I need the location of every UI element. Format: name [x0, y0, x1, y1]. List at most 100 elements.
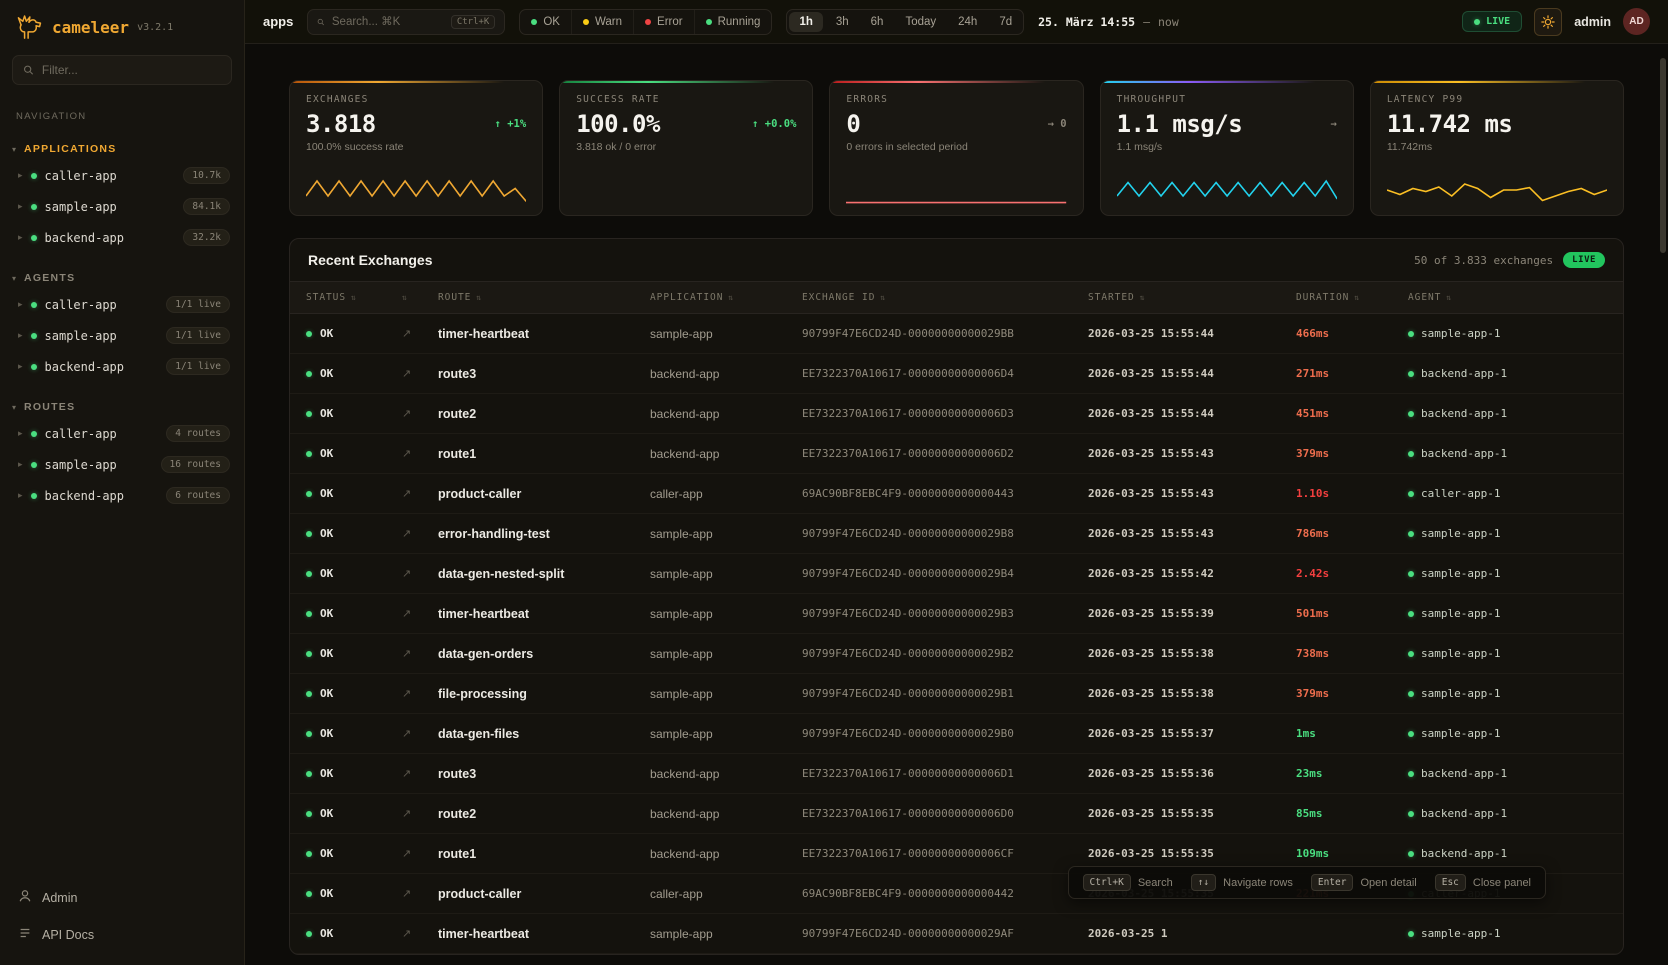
table-row[interactable]: OK↗route3backend-appEE7322370A10617-0000…	[290, 754, 1623, 794]
status-filter-warn[interactable]: Warn	[572, 10, 634, 34]
column-header-route[interactable]: ROUTE⇅	[438, 292, 650, 303]
column-header-agent[interactable]: AGENT⇅	[1408, 292, 1623, 303]
date-to: now	[1158, 15, 1179, 29]
stat-value: 3.818	[306, 110, 376, 138]
table-row[interactable]: OK↗error-handling-testsample-app90799F47…	[290, 514, 1623, 554]
status-cell: OK	[290, 567, 402, 580]
search-icon	[23, 64, 34, 76]
column-header-application[interactable]: APPLICATION⇅	[650, 292, 802, 303]
footer-item-label: API Docs	[42, 928, 94, 942]
status-label: OK	[320, 607, 333, 620]
table-row[interactable]: OK↗file-processingsample-app90799F47E6CD…	[290, 674, 1623, 714]
table-row[interactable]: OK↗product-callercaller-app69AC90BF8EBC4…	[290, 474, 1623, 514]
sidebar-item-sample-app[interactable]: ▸sample-app84.1k	[0, 191, 244, 222]
sidebar-item-backend-app[interactable]: ▸backend-app6 routes	[0, 480, 244, 511]
table-row[interactable]: OK↗data-gen-orderssample-app90799F47E6CD…	[290, 634, 1623, 674]
theme-toggle-button[interactable]	[1534, 8, 1562, 36]
column-header-duration[interactable]: DURATION⇅	[1296, 292, 1408, 303]
column-header-status[interactable]: STATUS⇅	[290, 292, 402, 303]
time-range-7d[interactable]: 7d	[988, 10, 1023, 34]
sidebar-item-backend-app[interactable]: ▸backend-app1/1 live	[0, 351, 244, 382]
sidebar-item-caller-app[interactable]: ▸caller-app10.7k	[0, 160, 244, 191]
context-label: apps	[263, 14, 293, 29]
sidebar-filter[interactable]	[12, 55, 232, 85]
sidebar-item-caller-app[interactable]: ▸caller-app1/1 live	[0, 289, 244, 320]
scrollbar-track[interactable]	[1660, 48, 1666, 953]
search-input[interactable]	[332, 16, 444, 28]
stat-value: 11.742 ms	[1387, 110, 1513, 138]
table-row[interactable]: OK↗timer-heartbeatsample-app90799F47E6CD…	[290, 314, 1623, 354]
stat-card-label: LATENCY P99	[1387, 94, 1607, 105]
sidebar-item-sample-app[interactable]: ▸sample-app16 routes	[0, 449, 244, 480]
time-range-today[interactable]: Today	[894, 10, 947, 34]
agent-status-dot	[1408, 491, 1414, 497]
sidebar-item-label: backend-app	[45, 489, 159, 503]
agent-cell: sample-app-1	[1408, 687, 1623, 700]
stat-card-label: EXCHANGES	[306, 94, 526, 105]
table-row[interactable]: OK↗timer-heartbeatsample-app90799F47E6CD…	[290, 914, 1623, 954]
chevron-right-icon: ▸	[18, 201, 23, 212]
shortcut-label: Search	[1138, 877, 1173, 889]
table-row[interactable]: OK↗route2backend-appEE7322370A10617-0000…	[290, 794, 1623, 834]
table-row[interactable]: OK↗route3backend-appEE7322370A10617-0000…	[290, 354, 1623, 394]
status-dot	[306, 931, 312, 937]
sidebar-item-sample-app[interactable]: ▸sample-app1/1 live	[0, 320, 244, 351]
sidebar-item-badge: 1/1 live	[166, 296, 230, 313]
status-filter-ok[interactable]: OK	[520, 10, 572, 34]
time-range-6h[interactable]: 6h	[860, 10, 895, 34]
stat-card-exchanges: EXCHANGES3.818↑ +1%100.0% success rate	[289, 80, 543, 216]
status-dot	[531, 19, 537, 25]
table-row[interactable]: OK↗data-gen-filessample-app90799F47E6CD2…	[290, 714, 1623, 754]
footer-item-admin[interactable]: Admin	[4, 879, 240, 916]
section-header-applications[interactable]: ▾APPLICATIONS	[0, 138, 244, 160]
column-header-icon[interactable]: ⇅	[402, 293, 438, 302]
search-icon	[317, 16, 325, 28]
status-dot	[706, 19, 712, 25]
application-name: sample-app	[650, 727, 802, 741]
global-search[interactable]: Ctrl+K	[307, 9, 505, 35]
sidebar-item-caller-app[interactable]: ▸caller-app4 routes	[0, 418, 244, 449]
agent-name: backend-app-1	[1421, 847, 1507, 860]
section-header-routes[interactable]: ▾ROUTES	[0, 396, 244, 418]
exchange-count: 50 of 3.833 exchanges	[1414, 254, 1553, 267]
chevron-right-icon: ▸	[18, 170, 23, 181]
time-range-24h[interactable]: 24h	[947, 10, 988, 34]
agent-name: backend-app-1	[1421, 447, 1507, 460]
filter-input[interactable]	[42, 63, 221, 77]
status-filter-label: OK	[543, 16, 560, 28]
status-dot	[645, 19, 651, 25]
open-exchange-icon: ↗	[402, 847, 438, 860]
table-row[interactable]: OK↗route1backend-appEE7322370A10617-0000…	[290, 434, 1623, 474]
time-range-1h[interactable]: 1h	[789, 12, 822, 32]
scrollbar-thumb[interactable]	[1660, 58, 1666, 253]
sidebar-item-backend-app[interactable]: ▸backend-app32.2k	[0, 222, 244, 253]
table-row[interactable]: OK↗data-gen-nested-splitsample-app90799F…	[290, 554, 1623, 594]
live-toggle[interactable]: LIVE	[1462, 11, 1522, 32]
status-filter-error[interactable]: Error	[634, 10, 695, 34]
recent-exchanges-panel: Recent Exchanges 50 of 3.833 exchanges L…	[289, 238, 1624, 955]
started-timestamp: 2026-03-25 15:55:38	[1088, 687, 1296, 700]
agent-cell: sample-app-1	[1408, 727, 1623, 740]
application-name: backend-app	[650, 367, 802, 381]
column-header-started[interactable]: STARTED⇅	[1088, 292, 1296, 303]
section-header-agents[interactable]: ▾AGENTS	[0, 267, 244, 289]
logo[interactable]: cameleer v3.2.1	[0, 10, 244, 53]
route-name: route2	[438, 407, 650, 421]
exchange-id: 90799F47E6CD24D-00000000000029B4	[802, 567, 1088, 580]
sort-icon: ⇅	[1354, 293, 1360, 302]
table-row[interactable]: OK↗route2backend-appEE7322370A10617-0000…	[290, 394, 1623, 434]
agent-name: backend-app-1	[1421, 767, 1507, 780]
column-header-exchange-id[interactable]: EXCHANGE ID⇅	[802, 292, 1088, 303]
footer-item-api-docs[interactable]: API Docs	[4, 916, 240, 953]
duration-value: 451ms	[1296, 407, 1408, 420]
time-range-3h[interactable]: 3h	[825, 10, 860, 34]
avatar[interactable]: AD	[1623, 8, 1650, 35]
application-name: backend-app	[650, 847, 802, 861]
duration-value: 1.10s	[1296, 487, 1408, 500]
stat-sparkline	[1387, 169, 1607, 207]
shortcut-key: Ctrl+K	[1083, 874, 1131, 891]
table-row[interactable]: OK↗timer-heartbeatsample-app90799F47E6CD…	[290, 594, 1623, 634]
date-range[interactable]: 25. März 14:55 — now	[1038, 15, 1179, 29]
application-name: sample-app	[650, 607, 802, 621]
status-filter-running[interactable]: Running	[695, 10, 772, 34]
